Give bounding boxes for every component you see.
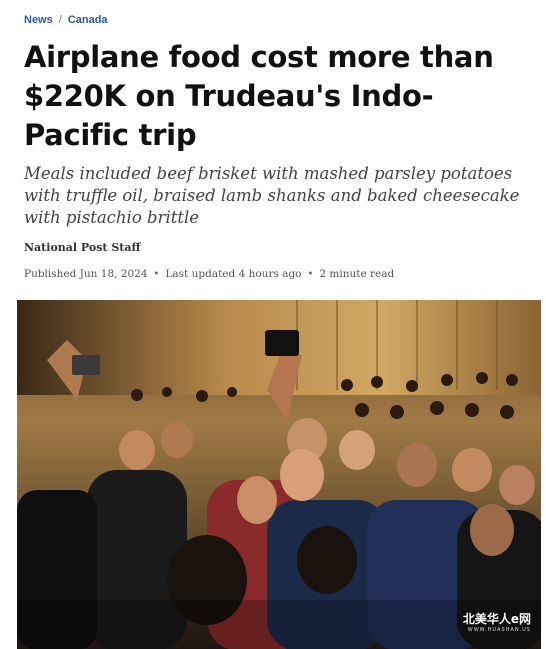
lead-photo[interactable]: 北美华人e网 WWW.HUASHAN.US: [17, 300, 541, 649]
crowd-selfie-photo-icon: [17, 300, 541, 649]
meta-dot: •: [307, 268, 314, 280]
article-subheadline: Meals included beef brisket with mashed …: [24, 164, 520, 227]
breadcrumb-news-link[interactable]: News: [24, 14, 53, 26]
watermark: 北美华人e网 WWW.HUASHAN.US: [463, 610, 531, 633]
published-date: Published Jun 18, 2024: [24, 268, 148, 280]
breadcrumb-separator: /: [58, 14, 62, 26]
breadcrumb: News / Canada: [24, 14, 532, 26]
breadcrumb-canada-link[interactable]: Canada: [68, 14, 108, 26]
last-updated: Last updated 4 hours ago: [165, 268, 302, 280]
article-byline[interactable]: National Post Staff: [24, 241, 532, 254]
article-headline: Airplane food cost more than $220K on Tr…: [24, 40, 494, 152]
watermark-main: 北美华人e网: [462, 612, 531, 626]
meta-dot: •: [153, 268, 160, 280]
article-meta: Published Jun 18, 2024 • Last updated 4 …: [24, 268, 532, 280]
read-time: 2 minute read: [319, 268, 395, 280]
watermark-sub: WWW.HUASHAN.US: [467, 627, 531, 633]
article-page: News / Canada Airplane food cost more th…: [0, 0, 546, 649]
